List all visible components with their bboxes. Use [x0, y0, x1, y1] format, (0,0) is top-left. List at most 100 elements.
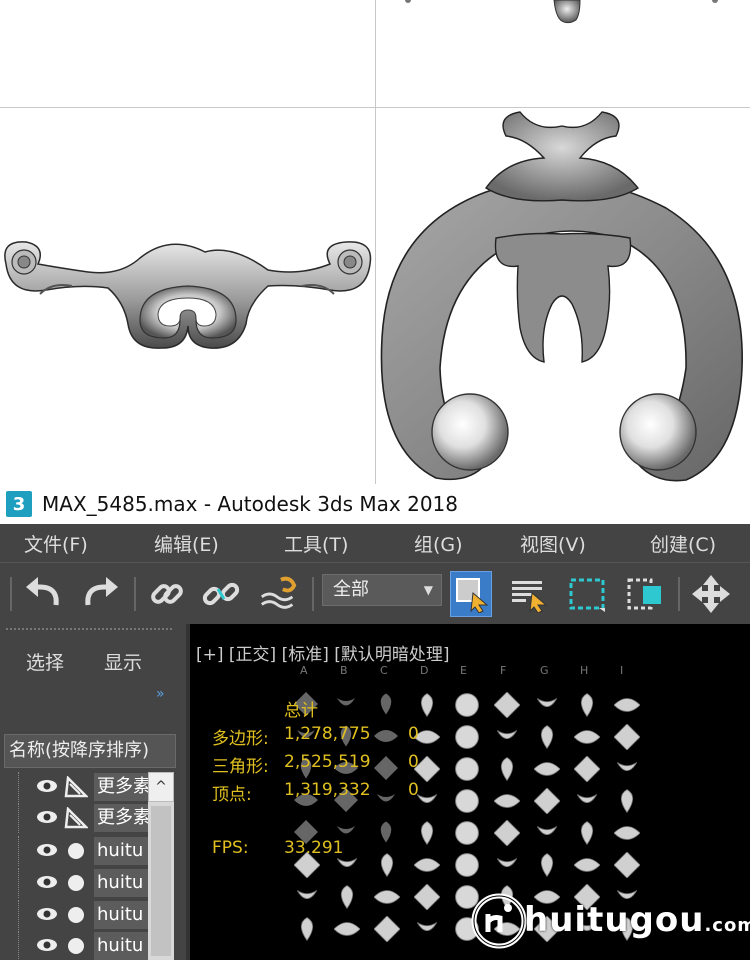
ornament-thumbnail [620, 789, 634, 814]
tab-display[interactable]: 显示 [104, 648, 142, 675]
ornament-fragment-top [553, 0, 581, 24]
watermark-brand: huitugou [524, 900, 705, 940]
move-icon[interactable] [690, 571, 732, 617]
menu-create[interactable]: 创建(C) [650, 530, 716, 557]
visibility-eye-icon[interactable] [36, 778, 58, 794]
ornament-thumbnail [374, 916, 400, 942]
visibility-eye-icon[interactable] [36, 874, 58, 890]
tree-line [18, 900, 19, 930]
dropdown-arrow-icon: ▼ [423, 583, 433, 597]
vertices-selected: 0 [408, 780, 419, 800]
rectangular-selection-icon[interactable] [566, 571, 608, 617]
ornament-thumbnail [455, 821, 479, 845]
column-letter: E [460, 664, 467, 677]
watermark-text: huitugou.com [524, 900, 750, 940]
object-name[interactable]: huitu [94, 932, 150, 960]
menu-edit[interactable]: 编辑(E) [154, 530, 219, 557]
selection-filter-value: 全部 [333, 579, 369, 600]
selection-filter-dropdown[interactable]: 全部 ▼ [322, 574, 442, 606]
column-letter: H [580, 664, 589, 677]
object-name[interactable]: 更多素 [94, 804, 150, 832]
horseshoe-ornament-model [380, 111, 743, 482]
list-item[interactable]: 更多素 [0, 772, 150, 802]
fps-value: 33.291 [284, 838, 344, 858]
watermark-suffix: .com [704, 915, 750, 936]
toolbar-separator [678, 577, 680, 611]
toolbar-separator [312, 577, 314, 611]
ornament-thumbnail [455, 725, 479, 749]
ornament-thumbnail [614, 826, 640, 840]
tree-line [18, 772, 19, 802]
ornament-thumbnail [296, 890, 318, 900]
bone-triangle-icon [64, 776, 88, 798]
link-icon[interactable] [146, 571, 188, 617]
object-name[interactable]: huitu [94, 901, 150, 929]
geometry-sphere-icon [68, 875, 84, 891]
list-item[interactable]: 更多素 [0, 803, 150, 833]
ornament-thumbnail [536, 826, 558, 836]
explorer-scrollbar[interactable]: ^ [148, 772, 174, 960]
ornament-thumbnail [374, 756, 398, 780]
column-letter: F [500, 664, 507, 677]
ornament-thumbnail [540, 725, 554, 750]
column-letter: D [420, 664, 429, 677]
stats-header: 总计 [284, 701, 318, 721]
ornament-thumbnail [574, 756, 600, 782]
ornament-thumbnail [496, 858, 518, 868]
tab-select[interactable]: 选择 [26, 648, 64, 675]
viewport-grid-top[interactable] [0, 0, 750, 484]
expand-chevron-icon[interactable]: » [156, 686, 165, 702]
ornament-thumbnail [420, 693, 434, 718]
scroll-up-button[interactable]: ^ [148, 772, 174, 802]
list-item[interactable]: huitu [0, 868, 150, 898]
unlink-icon[interactable] [200, 571, 242, 617]
ornament-thumbnail [534, 788, 560, 814]
bone-triangle-icon [64, 807, 88, 829]
polygons-value: 1,278,775 [284, 724, 371, 744]
visibility-eye-icon[interactable] [36, 809, 58, 825]
ornament-thumbnail [536, 698, 558, 708]
object-name[interactable]: huitu [94, 837, 150, 865]
menu-file[interactable]: 文件(F) [24, 530, 88, 557]
list-item[interactable]: huitu [0, 836, 150, 866]
ornament-thumbnail [496, 730, 518, 740]
window-title: MAX_5485.max - Autodesk 3ds Max 2018 [42, 492, 458, 516]
fps-label: FPS: [212, 838, 249, 858]
ornament-thumbnail [455, 853, 479, 877]
ornament-thumbnail [494, 794, 520, 808]
visibility-eye-icon[interactable] [36, 842, 58, 858]
bind-space-warp-icon[interactable] [258, 571, 300, 617]
redo-icon[interactable] [80, 571, 122, 617]
select-by-name-icon[interactable] [508, 571, 550, 617]
undo-icon[interactable] [22, 571, 64, 617]
ornament-thumbnail [494, 692, 520, 718]
triangles-selected: 0 [408, 752, 419, 772]
ornament-thumbnail [414, 858, 440, 872]
window-crossing-icon[interactable] [624, 571, 666, 617]
scroll-thumb[interactable] [151, 806, 171, 956]
ornament-thumbnail [337, 698, 355, 706]
list-item[interactable]: huitu [0, 900, 150, 930]
list-item[interactable]: huitu [0, 931, 150, 960]
geometry-sphere-icon [68, 907, 84, 923]
menu-tools[interactable]: 工具(T) [284, 530, 348, 557]
title-bar: 3 MAX_5485.max - Autodesk 3ds Max 2018 [0, 484, 750, 524]
ornament-thumbnail [374, 890, 400, 904]
visibility-eye-icon[interactable] [36, 906, 58, 922]
tree-line [18, 931, 19, 960]
menu-group[interactable]: 组(G) [414, 530, 463, 557]
object-name[interactable]: 更多素 [94, 773, 150, 801]
panel-divider [186, 624, 190, 960]
menu-views[interactable]: 视图(V) [520, 530, 586, 557]
sort-by-name-header[interactable]: 名称(按降序排序) [4, 734, 176, 768]
column-letter: A [300, 664, 308, 677]
select-object-icon[interactable] [450, 571, 492, 617]
object-name[interactable]: huitu [94, 869, 150, 897]
ornament-thumbnail [420, 821, 434, 846]
menu-bar: 文件(F) 编辑(E) 工具(T) 组(G) 视图(V) 创建(C) [0, 524, 750, 562]
visibility-eye-icon[interactable] [36, 937, 58, 953]
scene-explorer: 选择 显示 » 名称(按降序排序) 更多素 更多素 huitu huitu hu… [0, 624, 186, 960]
tree-line [18, 868, 19, 898]
ornament-fragment-dot [712, 0, 718, 3]
viewport-label[interactable]: [+] [正交] [标准] [默认明暗处理] [196, 640, 450, 665]
